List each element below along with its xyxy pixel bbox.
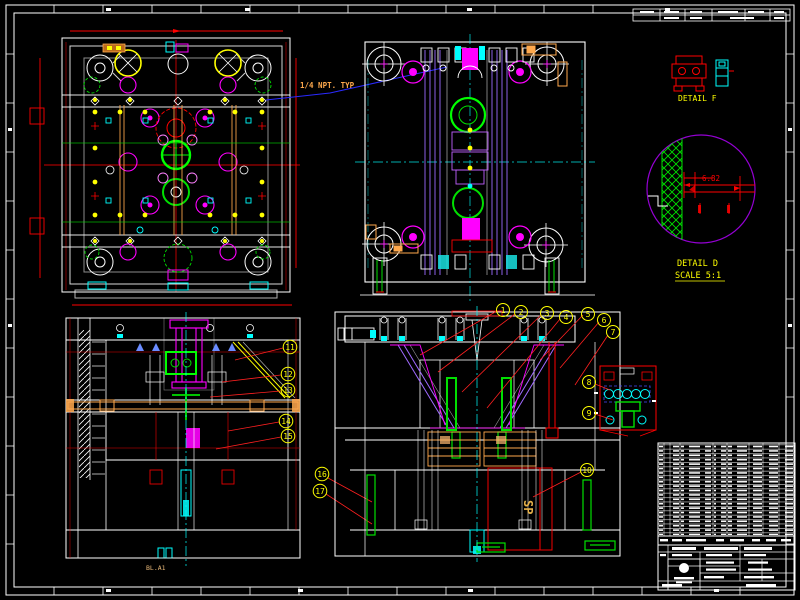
svg-text:13: 13 xyxy=(283,386,293,395)
balloon-callout: 15 xyxy=(280,428,296,444)
detail-d-scale: SCALE 5:1 xyxy=(675,271,721,281)
svg-text:15: 15 xyxy=(283,432,293,441)
svg-text:6: 6 xyxy=(602,316,607,325)
detail-d-dimension: 6.82 xyxy=(702,174,720,183)
svg-text:9: 9 xyxy=(587,409,592,418)
svg-text:12: 12 xyxy=(283,370,293,379)
balloon-callout: 10 xyxy=(580,463,594,477)
svg-text:17: 17 xyxy=(315,487,325,496)
balloon-callout: 14 xyxy=(278,413,294,429)
parts-list-table xyxy=(657,442,796,546)
base-label: BL.A1 xyxy=(146,564,166,572)
balloon-callout: 16 xyxy=(314,466,330,482)
svg-text:11: 11 xyxy=(285,343,295,352)
svg-text:4: 4 xyxy=(564,313,569,322)
balloon-callout: 11 xyxy=(282,339,298,355)
detail-f-label: DETAIL F xyxy=(678,94,717,103)
svg-text:1: 1 xyxy=(501,306,506,315)
svg-text:16: 16 xyxy=(317,470,327,479)
npt-note-text: 1/4 NPT. TYP xyxy=(300,81,355,90)
balloon-callout: 13 xyxy=(280,382,296,398)
svg-text:14: 14 xyxy=(281,417,291,426)
sp-marking: SP xyxy=(521,500,535,514)
balloon-callout: 12 xyxy=(280,366,296,382)
balloon-callout: 17 xyxy=(312,483,328,499)
svg-text:5: 5 xyxy=(586,310,591,319)
svg-text:2: 2 xyxy=(519,308,524,317)
cad-drawing-canvas: 1/4 NPT. TYP DETAIL F 6.82 DETAIL D SCAL… xyxy=(0,0,800,600)
svg-text:8: 8 xyxy=(587,378,592,387)
svg-text:3: 3 xyxy=(545,309,550,318)
svg-text:7: 7 xyxy=(611,328,616,337)
detail-d-label: DETAIL D xyxy=(677,259,718,269)
svg-text:10: 10 xyxy=(582,466,592,475)
